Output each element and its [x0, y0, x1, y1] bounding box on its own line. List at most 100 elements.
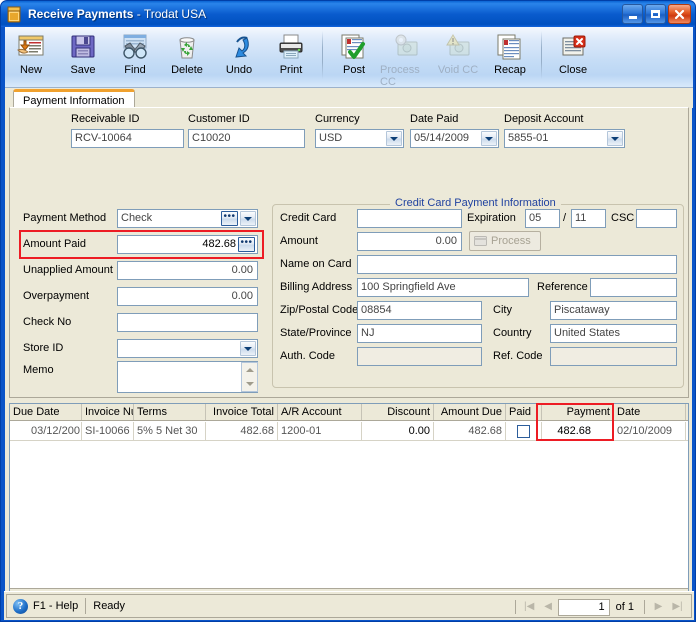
cell-date[interactable]: 02/10/2009	[614, 422, 686, 441]
label-date-paid: Date Paid	[410, 113, 459, 125]
field-customer-id[interactable]: C10020	[188, 129, 305, 148]
toolbar-button-recap[interactable]: Recap	[484, 28, 536, 86]
nav-of-word: of	[615, 601, 625, 613]
nav-page-input[interactable]: 1	[557, 598, 610, 616]
scroll-up-icon[interactable]	[242, 363, 257, 377]
toolbar-button-print[interactable]: Print	[265, 28, 317, 86]
nav-last-button[interactable]: ▶|	[668, 599, 687, 616]
chevron-down-icon[interactable]	[481, 131, 497, 146]
grid-col-date[interactable]: Date	[614, 404, 686, 420]
toolbar-button-post[interactable]: Post	[328, 28, 380, 86]
toolbar-button-save[interactable]: Save	[57, 28, 109, 86]
field-memo[interactable]	[117, 361, 258, 393]
table-row[interactable]: 03/12/200 SI-10066 5% 5 Net 30 482.68 12…	[10, 422, 688, 441]
window-title: Receive Payments - Trodat USA	[28, 7, 206, 21]
field-amount-paid[interactable]: 482.68	[117, 235, 258, 254]
process-cc-button-label: Process	[491, 235, 531, 247]
field-overpayment[interactable]: 0.00	[117, 287, 258, 306]
toolbar-button-close[interactable]: Close	[547, 28, 599, 86]
chevron-down-icon[interactable]	[240, 341, 256, 356]
field-csc[interactable]	[636, 209, 677, 228]
paid-checkbox[interactable]	[517, 425, 530, 438]
cell-invoice-number[interactable]: SI-10066	[82, 422, 134, 441]
field-auth-code	[357, 347, 482, 366]
process-cc-gear-icon	[390, 32, 422, 62]
cell-paid[interactable]	[506, 422, 542, 441]
toolbar-button-void-cc[interactable]: Void CC	[432, 28, 484, 86]
field-credit-card[interactable]	[357, 209, 462, 228]
field-reference[interactable]	[590, 278, 677, 297]
toolbar-label-new: New	[19, 64, 42, 76]
grid-col-ar-account[interactable]: A/R Account	[278, 404, 362, 420]
nav-prev-button[interactable]: ◀	[539, 599, 558, 616]
field-unapplied-amount[interactable]: 0.00	[117, 261, 258, 280]
chevron-down-icon[interactable]	[240, 211, 256, 226]
cell-due-date[interactable]: 03/12/200	[10, 422, 82, 441]
toolbar-button-undo[interactable]: Undo	[213, 28, 265, 86]
toolbar-label-find: Find	[124, 64, 146, 76]
field-zip-postal-code[interactable]: 08854	[357, 301, 482, 320]
combo-date-paid[interactable]: 05/14/2009	[410, 129, 499, 148]
grid-col-invoice-total[interactable]: Invoice Total	[206, 404, 278, 420]
toolbar-button-process-cc[interactable]: Process CC	[380, 28, 432, 88]
grid-col-invoice-number[interactable]: Invoice Numb	[82, 404, 134, 420]
field-city[interactable]: Piscataway	[550, 301, 677, 320]
cell-invoice-total[interactable]: 482.68	[206, 422, 278, 441]
grid-header-row: Due Date Invoice Numb Terms Invoice Tota…	[10, 404, 688, 421]
grid-col-payment[interactable]: Payment	[542, 404, 614, 420]
grid-col-paid[interactable]: Paid	[506, 404, 542, 420]
field-name-on-card[interactable]	[357, 255, 677, 274]
window-title-main: Receive Payments	[28, 7, 134, 21]
field-billing-address[interactable]: 100 Springfield Ave	[357, 278, 529, 297]
floppy-save-icon	[67, 32, 99, 62]
grid-col-discount[interactable]: Discount	[362, 404, 434, 420]
field-receivable-id[interactable]: RCV-10064	[71, 129, 184, 148]
question-mark-icon[interactable]: ?	[13, 598, 28, 614]
toolbar-button-new[interactable]: New	[5, 28, 57, 86]
window-buttons	[622, 4, 691, 24]
close-button[interactable]	[668, 4, 691, 24]
invoice-grid: Due Date Invoice Numb Terms Invoice Tota…	[9, 403, 689, 609]
toolbar-button-delete[interactable]: Delete	[161, 28, 213, 86]
process-cc-button[interactable]: Process	[469, 231, 541, 251]
grid-col-amount-due[interactable]: Amount Due	[434, 404, 506, 420]
minimize-button[interactable]	[622, 4, 643, 24]
grid-col-due-date[interactable]: Due Date	[10, 404, 82, 420]
scroll-down-icon[interactable]	[242, 377, 257, 391]
recycle-bin-delete-icon	[171, 32, 203, 62]
cell-ar-account[interactable]: 1200-01	[278, 422, 362, 441]
combo-deposit-account[interactable]: 5855-01	[504, 129, 625, 148]
cell-amount-due[interactable]: 482.68	[434, 422, 506, 441]
toolbar-label-process-cc: Process CC	[380, 64, 420, 88]
combo-store-id[interactable]	[117, 339, 258, 358]
maximize-button[interactable]	[645, 4, 666, 24]
chevron-down-icon[interactable]	[607, 131, 623, 146]
field-cc-amount[interactable]: 0.00	[357, 232, 462, 251]
nav-next-icon: ▶	[654, 601, 663, 612]
cell-discount[interactable]: 0.00	[362, 422, 434, 441]
field-state-province[interactable]: NJ	[357, 324, 482, 343]
memo-scroll-spinner[interactable]	[241, 362, 258, 392]
field-country[interactable]: United States	[550, 324, 677, 343]
field-check-no[interactable]	[117, 313, 258, 332]
label-overpayment: Overpayment	[23, 290, 90, 302]
grid-col-terms[interactable]: Terms	[134, 404, 206, 420]
chevron-down-icon[interactable]	[386, 131, 402, 146]
cell-terms[interactable]: 5% 5 Net 30	[134, 422, 206, 441]
combo-payment-method[interactable]: Check •••	[117, 209, 258, 228]
tab-payment-information[interactable]: Payment Information	[13, 89, 135, 108]
field-expiration-year[interactable]: 11	[571, 209, 606, 228]
combo-currency[interactable]: USD	[315, 129, 404, 148]
nav-first-button[interactable]: |◀	[520, 599, 539, 616]
toolbar-button-find[interactable]: Find	[109, 28, 161, 86]
toolbar-label-save: Save	[70, 64, 96, 76]
label-memo: Memo	[23, 364, 54, 376]
payment-method-lookup-button[interactable]: •••	[221, 211, 238, 226]
nav-next-button[interactable]: ▶	[649, 599, 668, 616]
cell-payment[interactable]: 482.68	[542, 422, 614, 441]
toolbar: New Save Find Delete Undo Print Post Pro…	[5, 27, 693, 88]
field-expiration-month[interactable]: 05	[525, 209, 560, 228]
field-ref-code	[550, 347, 677, 366]
amount-paid-lookup-button[interactable]: •••	[238, 237, 255, 252]
help-label[interactable]: F1 - Help	[33, 600, 78, 612]
